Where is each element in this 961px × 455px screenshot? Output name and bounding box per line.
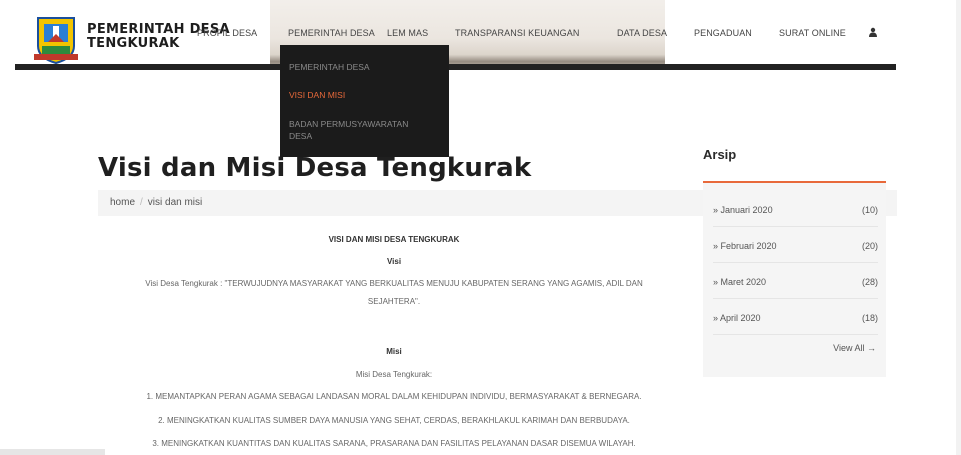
nav-profil-desa[interactable]: PROFIL DESA	[197, 28, 257, 38]
user-icon[interactable]	[868, 27, 878, 37]
bottom-floating-tab[interactable]	[0, 449, 105, 455]
arsip-item-januari-2020[interactable]: » Januari 2020 (10)	[713, 191, 878, 227]
misi-item-3: 3. MENINGKATKAN KUANTITAS DAN KUALITAS S…	[152, 439, 636, 448]
visi-title: Visi	[386, 257, 402, 266]
arsip-item-count: (20)	[861, 241, 878, 251]
dropdown-item-visi-dan-misi[interactable]: VISI DAN MISI	[289, 89, 345, 101]
arsip-item-count: (10)	[861, 205, 878, 215]
arsip-bullet: »	[713, 205, 719, 215]
arsip-bullet: »	[713, 313, 719, 323]
arsip-item-maret-2020[interactable]: » Maret 2020 (28)	[713, 263, 878, 299]
nav-transparansi-keuangan[interactable]: TRANSPARANSI KEUANGAN	[455, 28, 579, 38]
nav-data-desa[interactable]: DATA DESA	[617, 28, 667, 38]
visi-text-line1: Visi Desa Tengkurak : "TERWUJUDNYA MASYA…	[145, 279, 643, 288]
nav-lem-mas[interactable]: LEM MAS	[387, 28, 428, 38]
page-title: Visi dan Misi Desa Tengkurak	[98, 153, 532, 183]
arsip-item-label: April 2020	[720, 313, 761, 323]
header-dark-bar	[15, 64, 896, 70]
view-all-link[interactable]: View All →	[833, 343, 876, 353]
content-heading: VISI DAN MISI DESA TENGKURAK	[328, 235, 460, 244]
arsip-item-label: Januari 2020	[720, 205, 773, 215]
arsip-bullet: »	[713, 277, 719, 287]
dropdown-item-badan-permusyawaratan[interactable]: BADAN PERMUSYAWARATAN	[289, 118, 408, 130]
arsip-item-count: (18)	[861, 313, 878, 323]
arsip-bullet: »	[713, 241, 719, 251]
dropdown-item-desa[interactable]: DESA	[289, 130, 312, 142]
misi-item-1: 1. MEMANTAPKAN PERAN AGAMA SEBAGAI LANDA…	[146, 392, 642, 401]
village-logo-icon[interactable]	[34, 16, 78, 64]
misi-title: Misi	[386, 347, 402, 356]
nav-dropdown-menu: PEMERINTAH DESA VISI DAN MISI BADAN PERM…	[280, 45, 449, 157]
breadcrumb-home-link[interactable]: home	[110, 197, 135, 208]
nav-pengaduan[interactable]: PENGADUAN	[694, 28, 752, 38]
site-title-line2: TENGKURAK	[87, 36, 180, 51]
nav-surat-online[interactable]: SURAT ONLINE	[779, 28, 846, 38]
nav-pemerintah-desa[interactable]: PEMERINTAH DESA	[288, 28, 375, 38]
misi-item-2: 2. MENINGKATKAN KUALITAS SUMBER DAYA MAN…	[158, 416, 630, 425]
arsip-item-label: Februari 2020	[720, 241, 777, 251]
dropdown-item-pemerintah-desa[interactable]: PEMERINTAH DESA	[289, 61, 370, 73]
arsip-item-count: (28)	[861, 277, 878, 287]
breadcrumb-separator: /	[140, 197, 143, 208]
misi-intro: Misi Desa Tengkurak:	[355, 370, 433, 379]
arsip-title: Arsip	[703, 147, 737, 162]
arsip-item-label: Maret 2020	[720, 277, 767, 287]
arsip-item-februari-2020[interactable]: » Februari 2020 (20)	[713, 227, 878, 263]
breadcrumb-current: visi dan misi	[147, 197, 203, 208]
visi-text-line2: SEJAHTERA".	[367, 297, 421, 306]
scrollbar-track[interactable]	[956, 0, 961, 455]
arsip-widget: » Januari 2020 (10) » Februari 2020 (20)…	[703, 183, 886, 377]
arsip-item-april-2020[interactable]: » April 2020 (18)	[713, 299, 878, 335]
